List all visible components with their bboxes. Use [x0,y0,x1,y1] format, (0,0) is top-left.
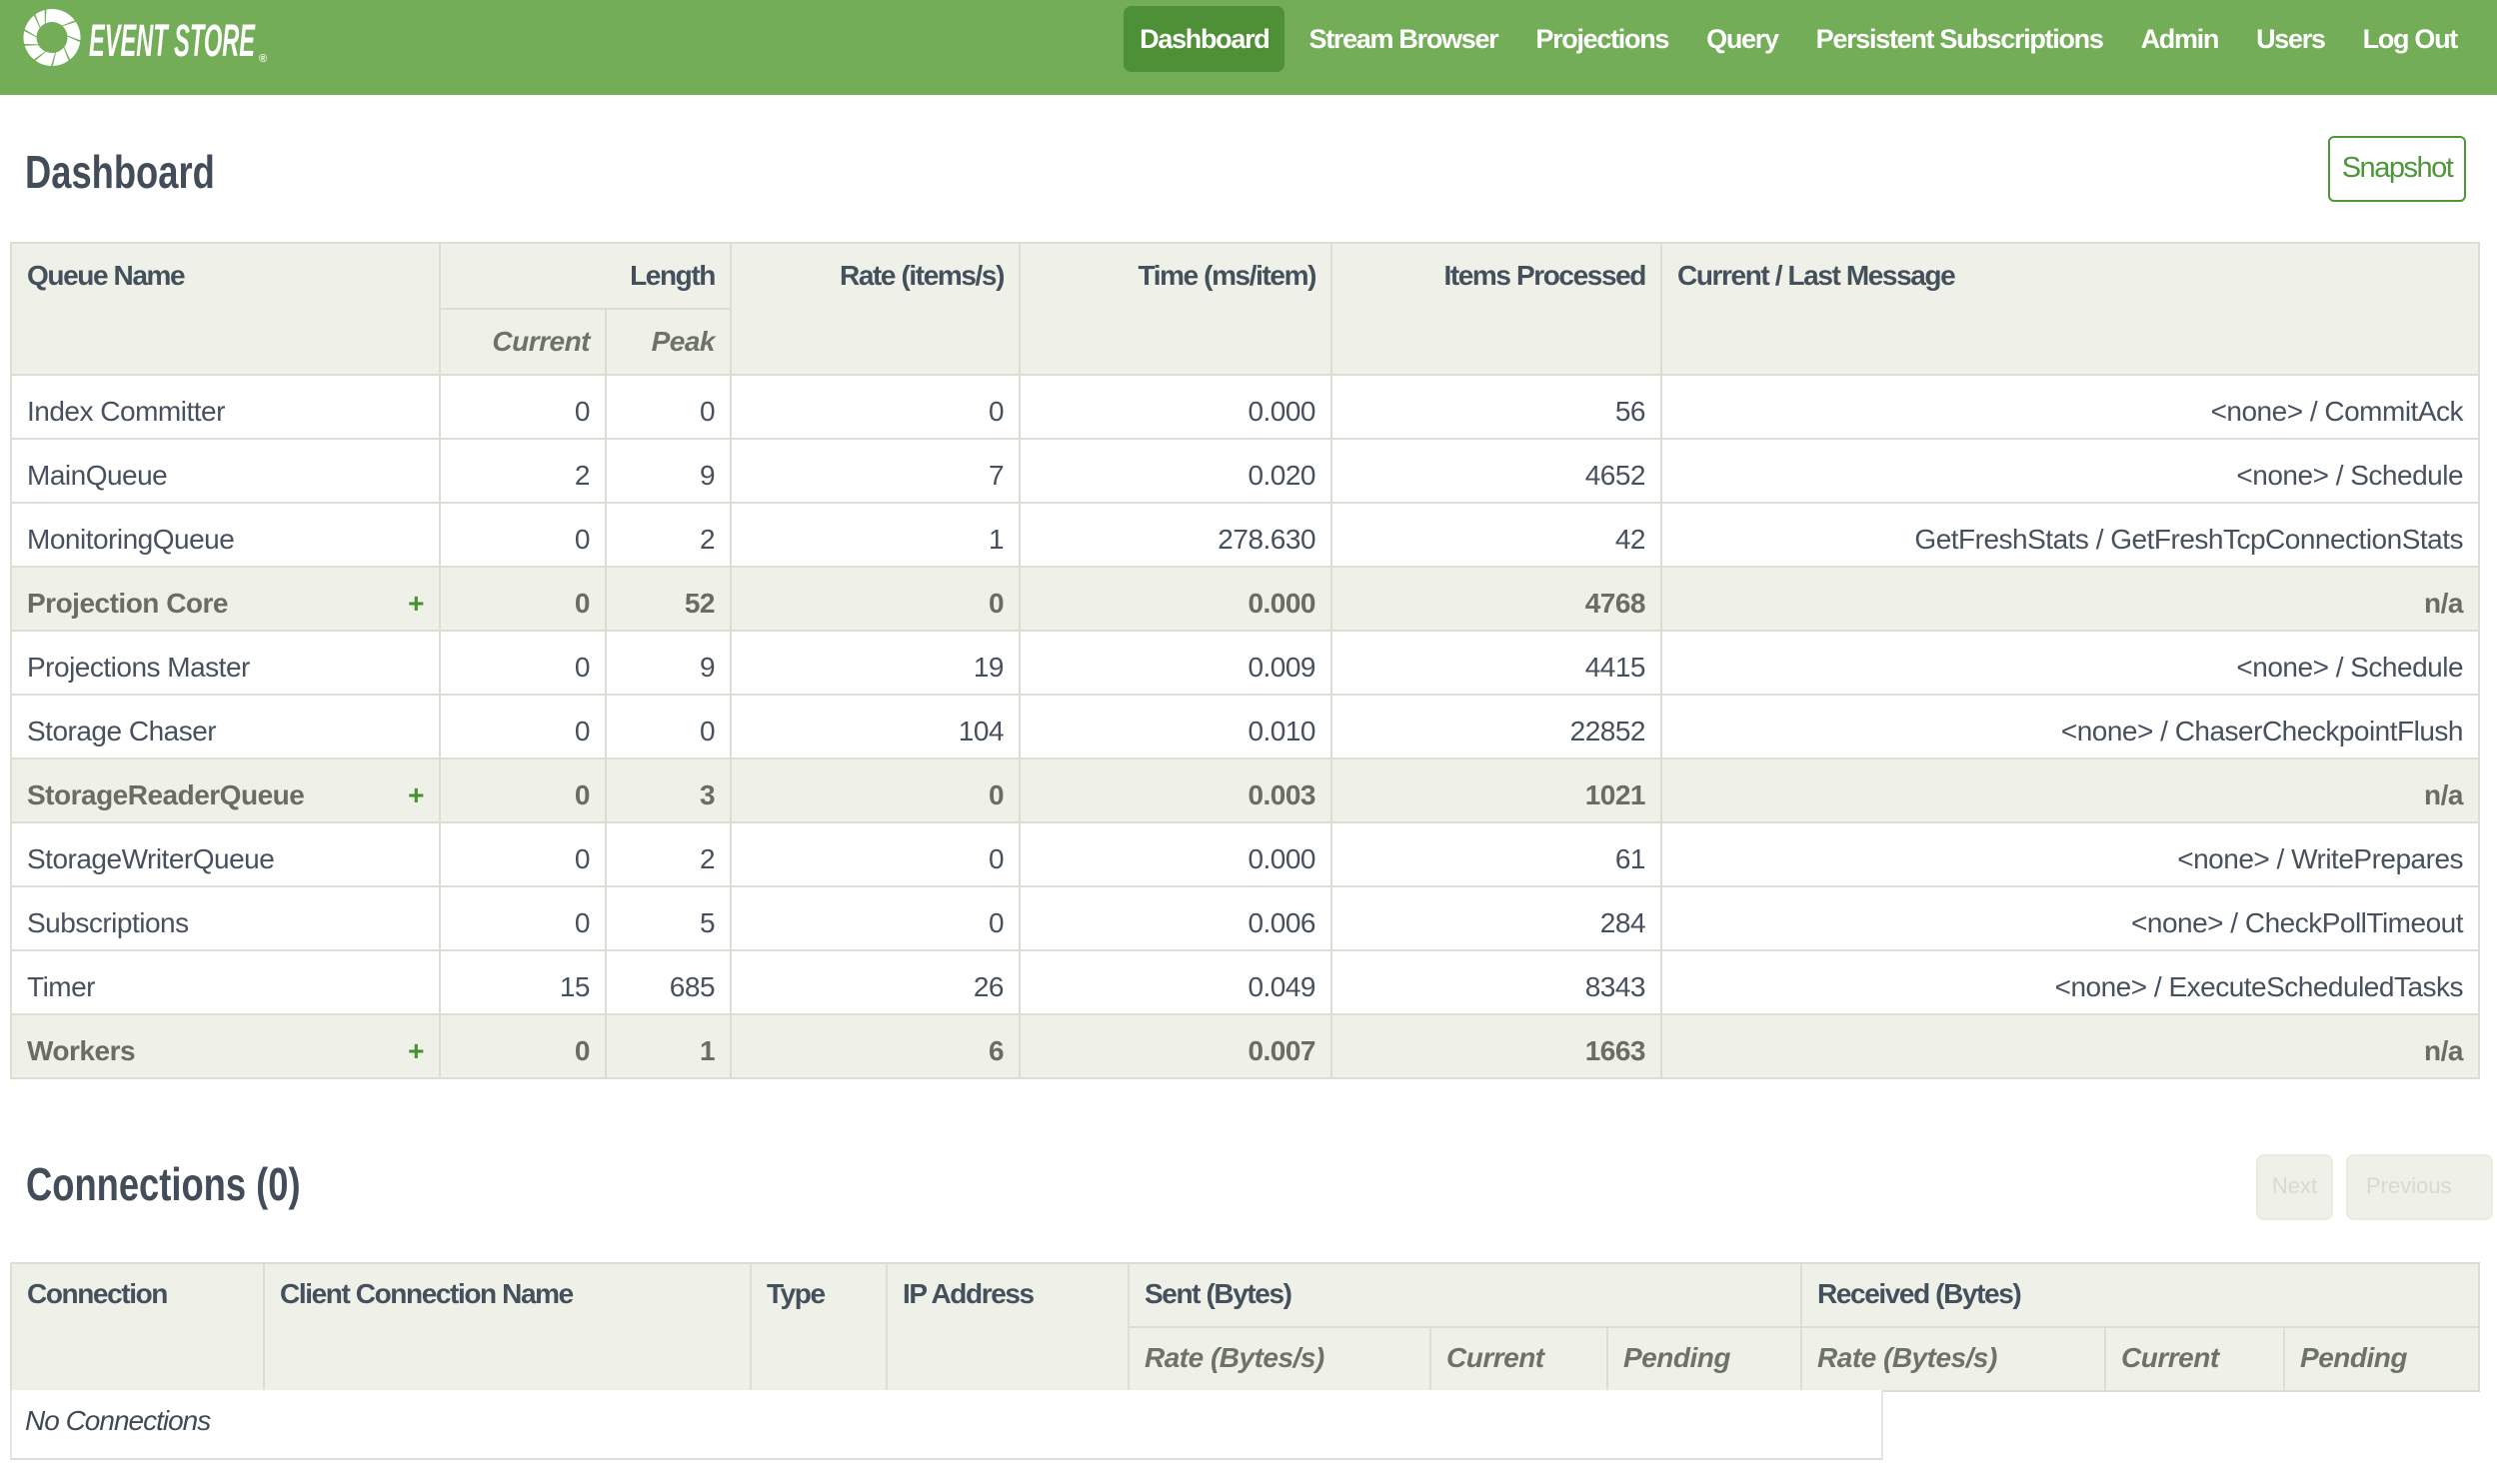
svg-text:®: ® [259,53,267,65]
svg-text:EVENT STORE: EVENT STORE [89,15,256,66]
